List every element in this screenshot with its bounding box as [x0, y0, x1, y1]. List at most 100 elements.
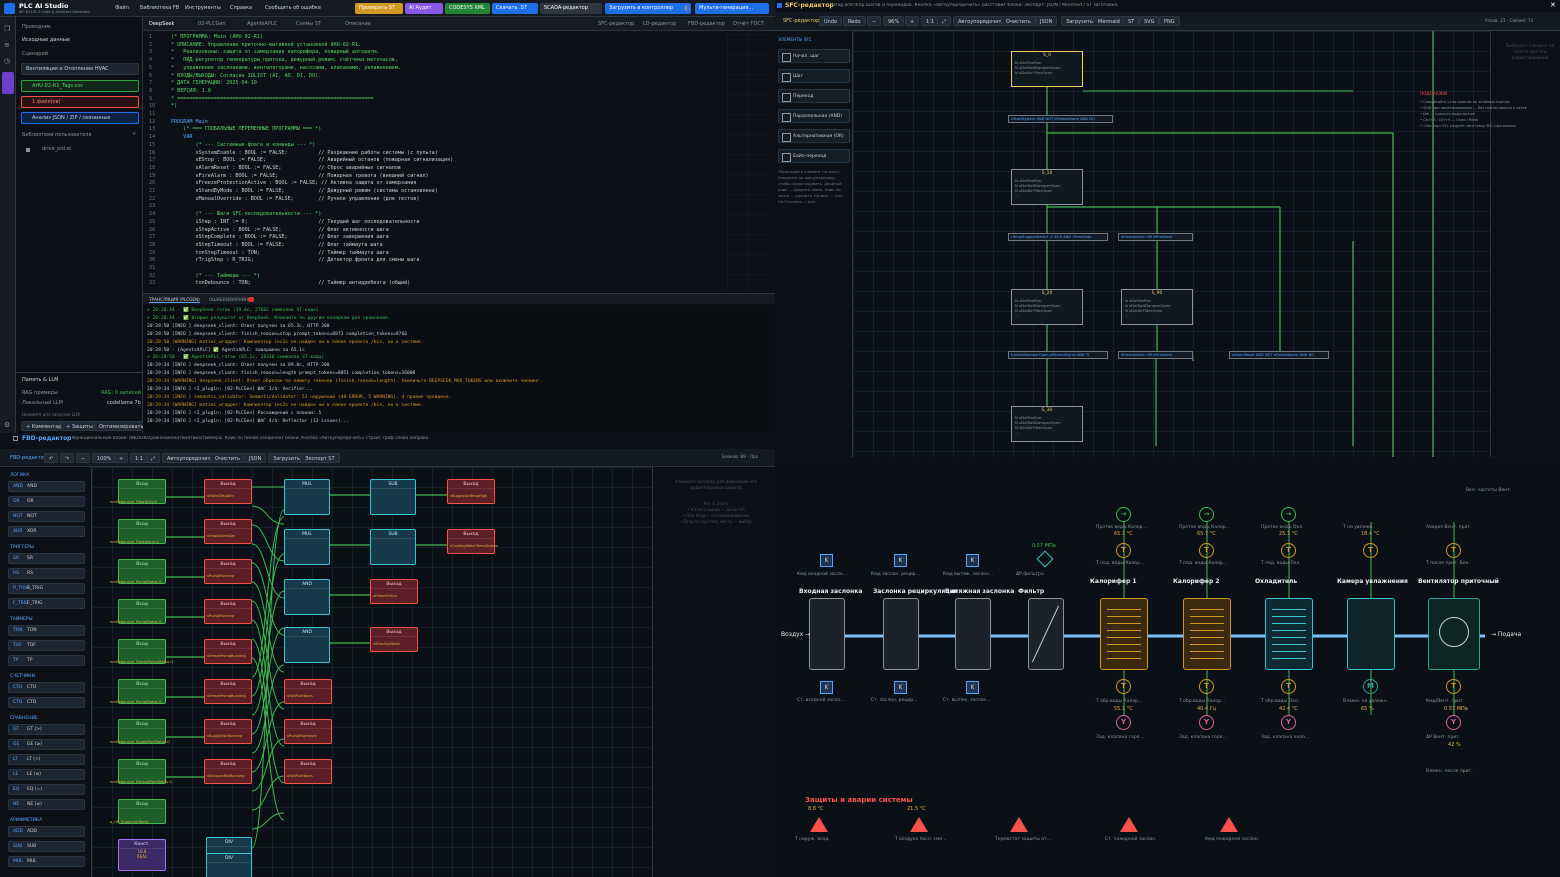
- sfc-step-S_20[interactable]: S_20 N xDelFanRun N xDelSoftDamperOpen N xD…: [1011, 289, 1083, 325]
- sfc-transition-3[interactable]: fUnlockDamperOpen.sFilteredSignal AND TI: [1008, 351, 1108, 359]
- fbd-output-block[interactable]: Выход: [370, 627, 418, 652]
- menu-item-4[interactable]: Сообщить об ошибке: [265, 5, 321, 11]
- fbd-palette-item-gt[interactable]: GT GT (>): [8, 724, 85, 735]
- log-output[interactable]: > 20:28:44 - ✅ DeepSeek готов (39.8с, 27…: [143, 305, 775, 433]
- fbd-tool-12[interactable]: Экспорт ST: [300, 453, 340, 463]
- sfc-transition-5[interactable]: xAlarmReset AND NOT bFreezeAlarm AND NO: [1229, 351, 1329, 359]
- damper-cmd-icon[interactable]: K: [966, 554, 979, 567]
- menu-item-0[interactable]: Файл: [115, 5, 129, 11]
- damper-cmd-icon[interactable]: K: [894, 554, 907, 567]
- fbd-palette-item-ctd[interactable]: CTD CTD: [8, 697, 85, 708]
- fbd-tool-2[interactable]: ↷: [60, 453, 75, 463]
- action-button-1[interactable]: AI Аудит: [405, 3, 443, 14]
- tab-right-2[interactable]: FBD-редактор: [688, 21, 725, 27]
- fbd-palette-item-ne[interactable]: NE NE (≠): [8, 799, 85, 810]
- fbd-palette-item-xor[interactable]: XOR XOR: [8, 526, 85, 537]
- fbd-output-block[interactable]: Выход: [204, 479, 252, 504]
- fbd-function-block[interactable]: MUL: [284, 529, 330, 565]
- sfc-step-S_10[interactable]: S_10 N xDelFanRun N xDelSoftDamperOpen N xD…: [1011, 169, 1083, 205]
- fbd-function-block[interactable]: MUL: [284, 479, 330, 515]
- action-button-5[interactable]: Загрузить в контроллер: [605, 3, 691, 14]
- sfc-canvas[interactable]: S_0 N xDelFanRun N xDelSoftDamperOpen N xDe…: [853, 31, 1490, 457]
- sfc-step-S_90[interactable]: S_90 N xDelFanRun N xDelSoftDamperOpen N xD…: [1121, 289, 1193, 325]
- sfc-tool-5[interactable]: +: [905, 16, 920, 26]
- ahu-unit-7[interactable]: [1347, 598, 1395, 670]
- ahu-unit-5[interactable]: [1183, 598, 1231, 670]
- sfc-tool-13[interactable]: ST: [1123, 16, 1140, 26]
- analyze-button[interactable]: Анализ JSON / ZIP / связанные: [21, 112, 139, 124]
- tab-translation-log[interactable]: ТРАНСЛЯЦИЯ (PLCGEN): [149, 297, 200, 303]
- sfc-step-S_30[interactable]: S_30 N xDelFanRun N xDelSoftDamperOpen N xD…: [1011, 406, 1083, 442]
- tab-0[interactable]: DeepSeek: [149, 21, 174, 27]
- tab-right-0[interactable]: SFC-редактор: [598, 21, 634, 27]
- source-data-header[interactable]: Исходные данные: [22, 37, 70, 43]
- sfc-tool-0[interactable]: SFC-редактор: [779, 16, 823, 26]
- ai-agent-icon[interactable]: [2, 72, 14, 94]
- fbd-function-block[interactable]: DIV: [206, 853, 252, 877]
- sfc-transition-2[interactable]: bFreezeAlarm OR bFireAlarm: [1118, 233, 1193, 241]
- fbd-palette-item-rs[interactable]: RS RS: [8, 568, 85, 579]
- fbd-output-block[interactable]: Выход: [284, 679, 332, 704]
- ahu-unit-1[interactable]: [883, 598, 919, 670]
- fbd-palette-item-or[interactable]: OR OR: [8, 496, 85, 507]
- sfc-tool-4[interactable]: 96%: [883, 16, 905, 26]
- fbd-palette-item-tof[interactable]: TOF TOF: [8, 640, 85, 651]
- fbd-canvas[interactable]: Вход tonDebounce_FilterDirty.Q Вход tonDebo…: [92, 467, 652, 877]
- minimap[interactable]: [727, 34, 767, 289]
- sfc-palette-item-0[interactable]: Начал. шаг: [778, 49, 850, 63]
- user-libs-header[interactable]: Библиотеки пользователя: [22, 132, 92, 138]
- tab-1[interactable]: 02-PLCGen: [198, 21, 226, 27]
- explorer-icon[interactable]: ❐: [4, 25, 10, 33]
- fbd-output-block[interactable]: Выход: [204, 639, 252, 664]
- fbd-palette-item-mul[interactable]: MUL MUL: [8, 856, 85, 867]
- sfc-tool-12[interactable]: Mermaid: [1093, 16, 1125, 26]
- llm-section-title[interactable]: Память & LLM: [22, 377, 58, 383]
- fbd-output-block[interactable]: Выход: [370, 579, 418, 604]
- fbd-tool-5[interactable]: +: [114, 453, 129, 463]
- sfc-tool-3[interactable]: −: [867, 16, 882, 26]
- history-icon[interactable]: ◷: [4, 57, 10, 65]
- sfc-tool-9[interactable]: Очистить: [1001, 16, 1036, 26]
- ahu-unit-6[interactable]: [1265, 598, 1313, 670]
- fbd-output-block[interactable]: Выход: [204, 519, 252, 544]
- fbd-output-block[interactable]: Выход: [204, 719, 252, 744]
- fbd-function-block[interactable]: AND: [284, 579, 330, 615]
- fbd-palette-item-lt[interactable]: LT LT (<): [8, 754, 85, 765]
- action-button-4[interactable]: SCADA-редактор: [540, 3, 602, 14]
- fbd-tool-1[interactable]: ↶: [44, 453, 59, 463]
- ahu-unit-0[interactable]: [809, 598, 845, 670]
- sfc-palette-item-5[interactable]: Байп-переход: [778, 149, 850, 163]
- add-protections-button[interactable]: + Защиты: [61, 421, 98, 431]
- ahu-unit-3[interactable]: [1028, 598, 1064, 670]
- sfc-transition-4[interactable]: bFreezeAlarm OR bFireAlarm: [1118, 351, 1193, 359]
- fbd-palette-item-sr[interactable]: SR SR: [8, 553, 85, 564]
- fbd-function-block[interactable]: SUB: [370, 479, 416, 515]
- fbd-palette-item-not[interactable]: NOT NOT: [8, 511, 85, 522]
- fbd-palette-item-r_trig[interactable]: R_TRIGR_TRIG: [8, 583, 85, 594]
- action-button-3[interactable]: Скачать .ST: [492, 3, 538, 14]
- settings-gear-icon[interactable]: ⚙: [4, 421, 10, 429]
- fbd-output-block[interactable]: Выход: [284, 719, 332, 744]
- fbd-tool-10[interactable]: JSON: [244, 453, 267, 463]
- menu-item-1[interactable]: Библиотека FB: [140, 5, 179, 11]
- fbd-tool-9[interactable]: Очистить: [210, 453, 245, 463]
- fbd-tool-4[interactable]: 100%: [92, 453, 117, 463]
- menu-item-2[interactable]: Инструменты: [185, 5, 221, 11]
- fbd-function-block[interactable]: AND: [284, 627, 330, 663]
- sfc-palette-item-1[interactable]: Шаг: [778, 69, 850, 83]
- fbd-output-block[interactable]: Выход: [204, 559, 252, 584]
- sfc-step-S_0[interactable]: S_0 N xDelFanRun N xDelSoftDamperOpen N xDe…: [1011, 51, 1083, 87]
- ahu-unit-8[interactable]: [1428, 598, 1480, 670]
- fbd-output-block[interactable]: Выход: [447, 529, 495, 554]
- ahu-unit-2[interactable]: [955, 598, 991, 670]
- menu-item-3[interactable]: Справка: [230, 5, 252, 11]
- fbd-tool-7[interactable]: ⤢: [146, 453, 161, 463]
- add-lib-icon[interactable]: +: [132, 131, 136, 137]
- action-button-2[interactable]: CODESYS XML: [445, 3, 490, 14]
- library-icon[interactable]: ≡: [4, 41, 10, 49]
- fbd-palette-item-and[interactable]: AND AND: [8, 481, 85, 492]
- sfc-tool-7[interactable]: ⤢: [937, 16, 952, 26]
- ahu-unit-4[interactable]: [1100, 598, 1148, 670]
- sfc-transition-0[interactable]: xStartSystem AND NOT bFreezeAlarm AND NO: [1008, 115, 1113, 123]
- fbd-palette-item-eq[interactable]: EQ EQ (=): [8, 784, 85, 795]
